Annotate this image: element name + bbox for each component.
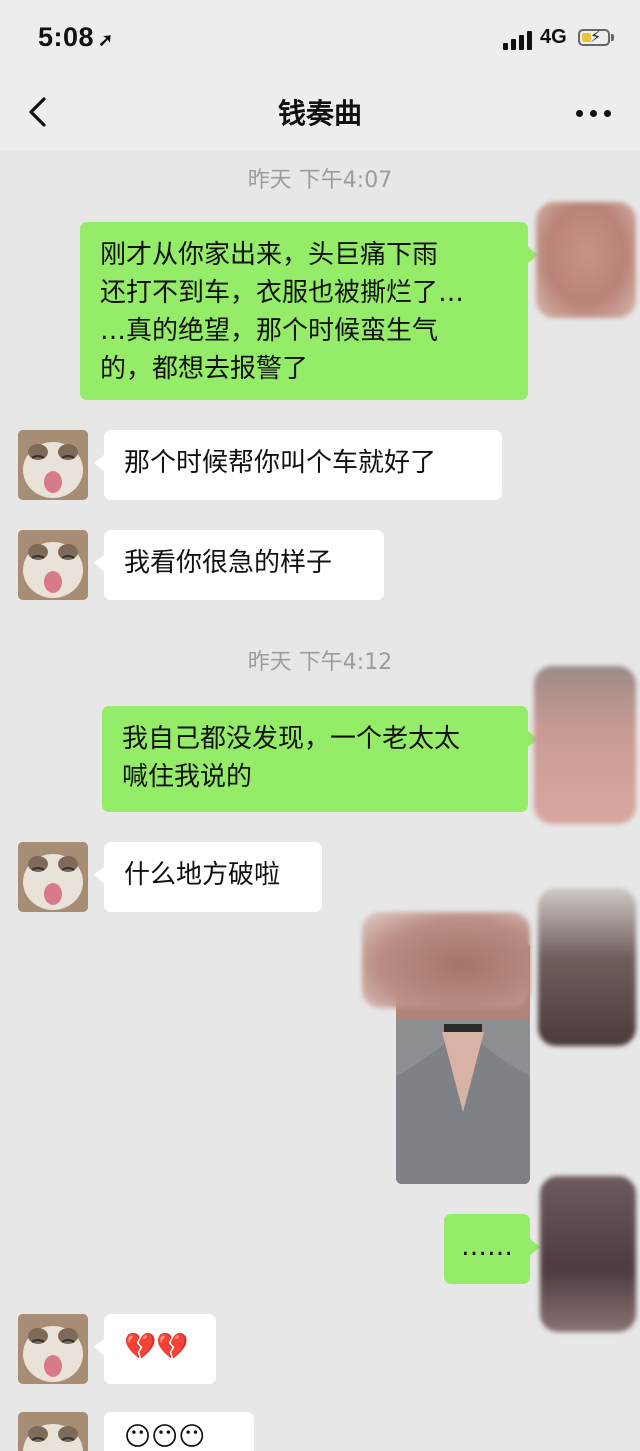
battery-tip (611, 34, 614, 41)
message-incoming[interactable]: 那个时候帮你叫个车就好了 (94, 430, 502, 500)
message-outgoing[interactable]: 刚才从你家出来，头巨痛下雨 还打不到车，衣服也被撕烂了… …真的绝望，那个时候蛮… (80, 222, 538, 400)
status-bar: 5:08 ➚ 4G ⚡ (0, 0, 640, 78)
chat-header: 钱奏曲 (0, 78, 640, 151)
location-arrow-icon: ➚ (98, 30, 114, 50)
cat-avatar-image (18, 530, 88, 600)
message-text: 刚才从你家出来，头巨痛下雨 还打不到车，衣服也被撕烂了… …真的绝望，那个时候蛮… (100, 240, 465, 384)
cat-avatar-image (18, 430, 88, 500)
message-text: 那个时候帮你叫个车就好了 (124, 448, 437, 478)
broken-heart-emoji: 💔💔 (124, 1332, 189, 1362)
contact-avatar[interactable] (18, 1412, 88, 1451)
message-text: 什么地方破啦 (124, 860, 281, 890)
message-incoming[interactable]: 我看你很急的样子 (94, 530, 384, 600)
status-time: 5:08 ➚ (38, 22, 114, 52)
message-incoming[interactable]: 💔💔 (94, 1314, 216, 1384)
contact-avatar[interactable] (18, 430, 88, 500)
network-type: 4G (540, 26, 567, 48)
back-button[interactable] (22, 92, 56, 132)
message-incoming[interactable]: 😶😶😶 (104, 1412, 254, 1451)
contact-avatar[interactable] (18, 1314, 88, 1384)
face-emoji: 😶😶😶 (124, 1422, 206, 1451)
cat-avatar-image (18, 842, 88, 912)
cat-avatar-image (18, 1412, 88, 1451)
more-button[interactable] (574, 96, 614, 130)
message-text: 我自己都没发现，一个老太太 喊住我说的 (122, 724, 461, 792)
timestamp: 昨天 下午4:07 (247, 168, 393, 193)
contact-avatar[interactable] (18, 530, 88, 600)
signal-icon (503, 30, 533, 50)
chat-area[interactable]: 昨天 下午4:07 刚才从你家出来，头巨痛下雨 还打不到车，衣服也被撕烂了… …… (0, 150, 640, 1451)
my-avatar[interactable] (538, 888, 636, 1046)
battery-charging-icon: ⚡ (578, 28, 610, 46)
my-avatar[interactable] (534, 666, 636, 824)
message-incoming[interactable]: 什么地方破啦 (94, 842, 322, 912)
message-text: …… (461, 1232, 513, 1262)
chat-title: 钱奏曲 (277, 97, 362, 130)
chevron-left-icon (29, 97, 46, 127)
my-avatar[interactable] (536, 202, 636, 318)
message-text: 我看你很急的样子 (124, 548, 333, 578)
message-outgoing[interactable]: 我自己都没发现，一个老太太 喊住我说的 (102, 706, 538, 812)
my-avatar[interactable] (540, 1176, 636, 1332)
message-outgoing[interactable]: …… (444, 1214, 540, 1284)
photo-blur-overlay (362, 912, 530, 1008)
cat-avatar-image (18, 1314, 88, 1384)
contact-avatar[interactable] (18, 842, 88, 912)
